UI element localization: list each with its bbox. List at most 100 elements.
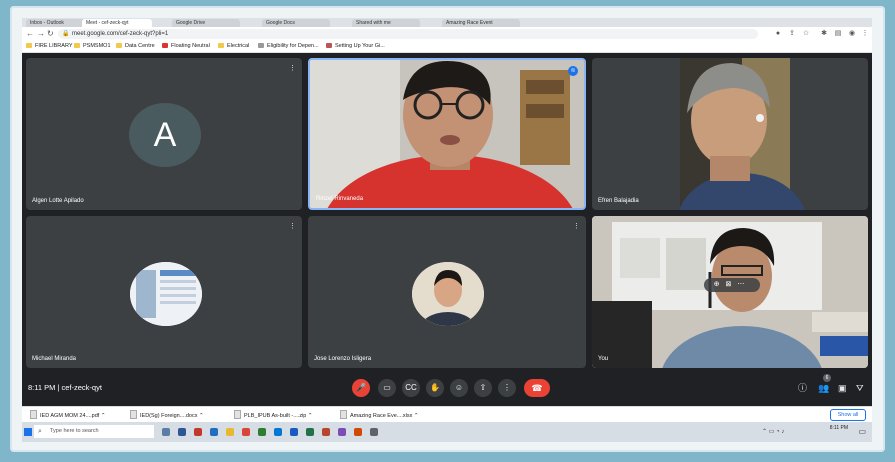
bookmark-setting-up[interactable]: Setting Up Your Gi... <box>326 42 385 51</box>
pin-icon[interactable]: ⊕ <box>714 281 726 288</box>
file-explorer-icon[interactable] <box>226 428 234 436</box>
raise-hand-button[interactable]: ✋ <box>426 379 444 397</box>
chevron-up-icon: ⌃ <box>413 413 419 419</box>
activities-icon[interactable]: ⛛ <box>856 383 864 393</box>
camera-button[interactable]: ▭ <box>378 379 396 397</box>
notifications-icon[interactable]: ▭ <box>858 427 866 436</box>
back-icon[interactable]: ← <box>26 29 34 39</box>
taskbar-clock[interactable]: 8:11 PM <box>830 425 848 431</box>
chat-icon[interactable]: ▣ <box>838 383 847 393</box>
profile-icon[interactable]: ◉ <box>848 30 856 38</box>
meet-screen: Inbox - Outlook Meet - cef-zeck-qyt Goog… <box>22 18 872 442</box>
address-bar[interactable]: 🔒 meet.google.com/cef-zeck-qyt?pli=1 <box>58 29 758 39</box>
participant-tile-self[interactable]: ⊕⊠⋯ You <box>592 216 868 368</box>
app-icon[interactable] <box>210 428 218 436</box>
bookmarks-bar: FIRE LIBRARY PSMSMO1 Data Centre Floatin… <box>22 41 872 53</box>
participant-name: Rinzel Rinvaneda <box>316 196 364 202</box>
browser-tab-active[interactable]: Meet - cef-zeck-qyt <box>82 19 152 27</box>
mic-muted-icon: ⋮ <box>289 65 296 72</box>
show-all-button[interactable]: Show all <box>830 409 866 421</box>
camera-icon: ▭ <box>383 383 391 392</box>
emoji-icon: ☺ <box>454 383 464 392</box>
browser-tab[interactable]: Inbox - Outlook <box>26 19 86 27</box>
browser-tab-bar: Inbox - Outlook Meet - cef-zeck-qyt Goog… <box>22 18 872 27</box>
outlook-icon[interactable] <box>274 428 282 436</box>
bookmark-floating-neutral[interactable]: Floating Neutral <box>162 42 210 51</box>
app-icon[interactable] <box>354 428 362 436</box>
participant-tile-jose[interactable]: ⋮ Jose Lorenzo Isligera <box>308 216 586 368</box>
bookmark-electrical[interactable]: Electrical <box>218 42 249 51</box>
browser-toolbar: ← → ↻ 🔒 meet.google.com/cef-zeck-qyt?pli… <box>22 27 872 41</box>
bookmark-data-centre[interactable]: Data Centre <box>116 42 155 51</box>
clock-time: 8:11 PM <box>28 383 56 392</box>
taskbar-search-input[interactable]: ⌕ Type here to search <box>34 425 154 438</box>
participant-tile-algen[interactable]: A ⋮ Algen Lotte Apilado <box>26 58 302 210</box>
bookmark-fire-library[interactable]: FIRE LIBRARY <box>26 42 73 51</box>
word-icon[interactable] <box>290 428 298 436</box>
reload-icon[interactable]: ↻ <box>47 29 54 39</box>
meet-control-bar: 8:11 PM | cef-zeck-qyt 🎤 ▭ CC ✋ ☺ ⇧ ⋮ ☎ … <box>22 370 872 404</box>
captions-button[interactable]: CC <box>402 379 420 397</box>
chrome-icon[interactable] <box>242 428 250 436</box>
download-item[interactable]: Amazing Race Eve....xlsx ⌃ <box>340 410 419 421</box>
bookmark-eligibility[interactable]: Eligibility for Depen... <box>258 42 319 51</box>
meeting-details: 8:11 PM | cef-zeck-qyt <box>28 383 102 392</box>
app-icon[interactable] <box>194 428 202 436</box>
browser-tab[interactable]: Google Drive <box>172 19 240 27</box>
windows-start-icon[interactable] <box>24 428 32 436</box>
download-item[interactable]: IED(Sg) Foreign....docx ⌃ <box>130 410 204 421</box>
reading-list-icon[interactable]: ▤ <box>834 30 842 38</box>
download-item[interactable]: IED AGM MOM 24....pdf ⌃ <box>30 410 105 421</box>
teams-icon[interactable] <box>338 428 346 436</box>
browser-tab[interactable]: Shared with me <box>352 19 420 27</box>
pdf-file-icon <box>30 410 37 419</box>
avatar <box>130 262 202 326</box>
app-icon[interactable] <box>370 428 378 436</box>
powerpoint-icon[interactable] <box>322 428 330 436</box>
participant-video <box>310 60 584 208</box>
screenshot-thumbnail <box>130 262 202 326</box>
meeting-info-icon[interactable]: ⓘ <box>798 383 807 393</box>
browser-tab[interactable]: Google Docs <box>262 19 330 27</box>
forward-icon[interactable]: → <box>37 29 45 39</box>
excel-icon[interactable] <box>306 428 314 436</box>
people-count-badge: 6 <box>823 374 831 382</box>
menu-icon[interactable]: ⋮ <box>861 30 869 38</box>
download-item[interactable]: PLB_IPUB As-built -....zip ⌃ <box>234 410 313 421</box>
more-options-button[interactable]: ⋮ <box>498 379 516 397</box>
bookmark-psmsmo1[interactable]: PSMSMO1 <box>74 42 111 51</box>
downloads-bar: IED AGM MOM 24....pdf ⌃ IED(Sg) Foreign.… <box>22 406 872 422</box>
page-icon <box>326 43 332 48</box>
app-icon[interactable] <box>258 428 266 436</box>
participant-name: Michael Miranda <box>32 356 77 362</box>
folder-icon <box>26 43 32 48</box>
more-options-icon[interactable]: ⋯ <box>737 281 750 288</box>
participant-tile-efren[interactable]: Efren Balajadia <box>592 58 868 210</box>
emoji-button[interactable]: ☺ <box>450 379 468 397</box>
camera-permission-icon[interactable]: ● <box>774 30 782 38</box>
task-view-icon[interactable] <box>162 428 170 436</box>
browser-tab[interactable]: Amazing Race Event <box>442 19 520 27</box>
framing-icon[interactable]: ⊠ <box>726 281 738 288</box>
mic-off-button[interactable]: 🎤 <box>352 379 370 397</box>
extensions-icon[interactable]: ✱ <box>820 30 828 38</box>
link-icon <box>258 43 264 48</box>
folder-icon <box>218 43 224 48</box>
app-icon[interactable] <box>178 428 186 436</box>
present-button[interactable]: ⇧ <box>474 379 492 397</box>
participant-name: Algen Lotte Apilado <box>32 198 84 204</box>
people-icon[interactable]: 👥 <box>818 383 829 393</box>
folder-icon <box>116 43 122 48</box>
chevron-up-icon: ⌃ <box>100 413 106 419</box>
participant-tile-rinzel[interactable]: ≋ Rinzel Rinvaneda <box>308 58 586 210</box>
participant-video <box>679 58 805 210</box>
participant-tile-michael[interactable]: ⋮ Michael Miranda <box>26 216 302 368</box>
chevron-up-icon: ⌃ <box>199 413 204 419</box>
bookmark-star-icon[interactable]: ☆ <box>802 30 810 38</box>
share-icon[interactable]: ⇪ <box>788 30 796 38</box>
leave-call-button[interactable]: ☎ <box>524 379 550 397</box>
self-tile-controls: ⊕⊠⋯ <box>704 278 760 292</box>
captions-icon: CC <box>405 383 417 392</box>
folder-icon <box>74 43 80 48</box>
windows-taskbar: ⌕ Type here to search ⌃ ▭ ◔ ♪ 8:11 PM ▭ <box>22 422 872 442</box>
